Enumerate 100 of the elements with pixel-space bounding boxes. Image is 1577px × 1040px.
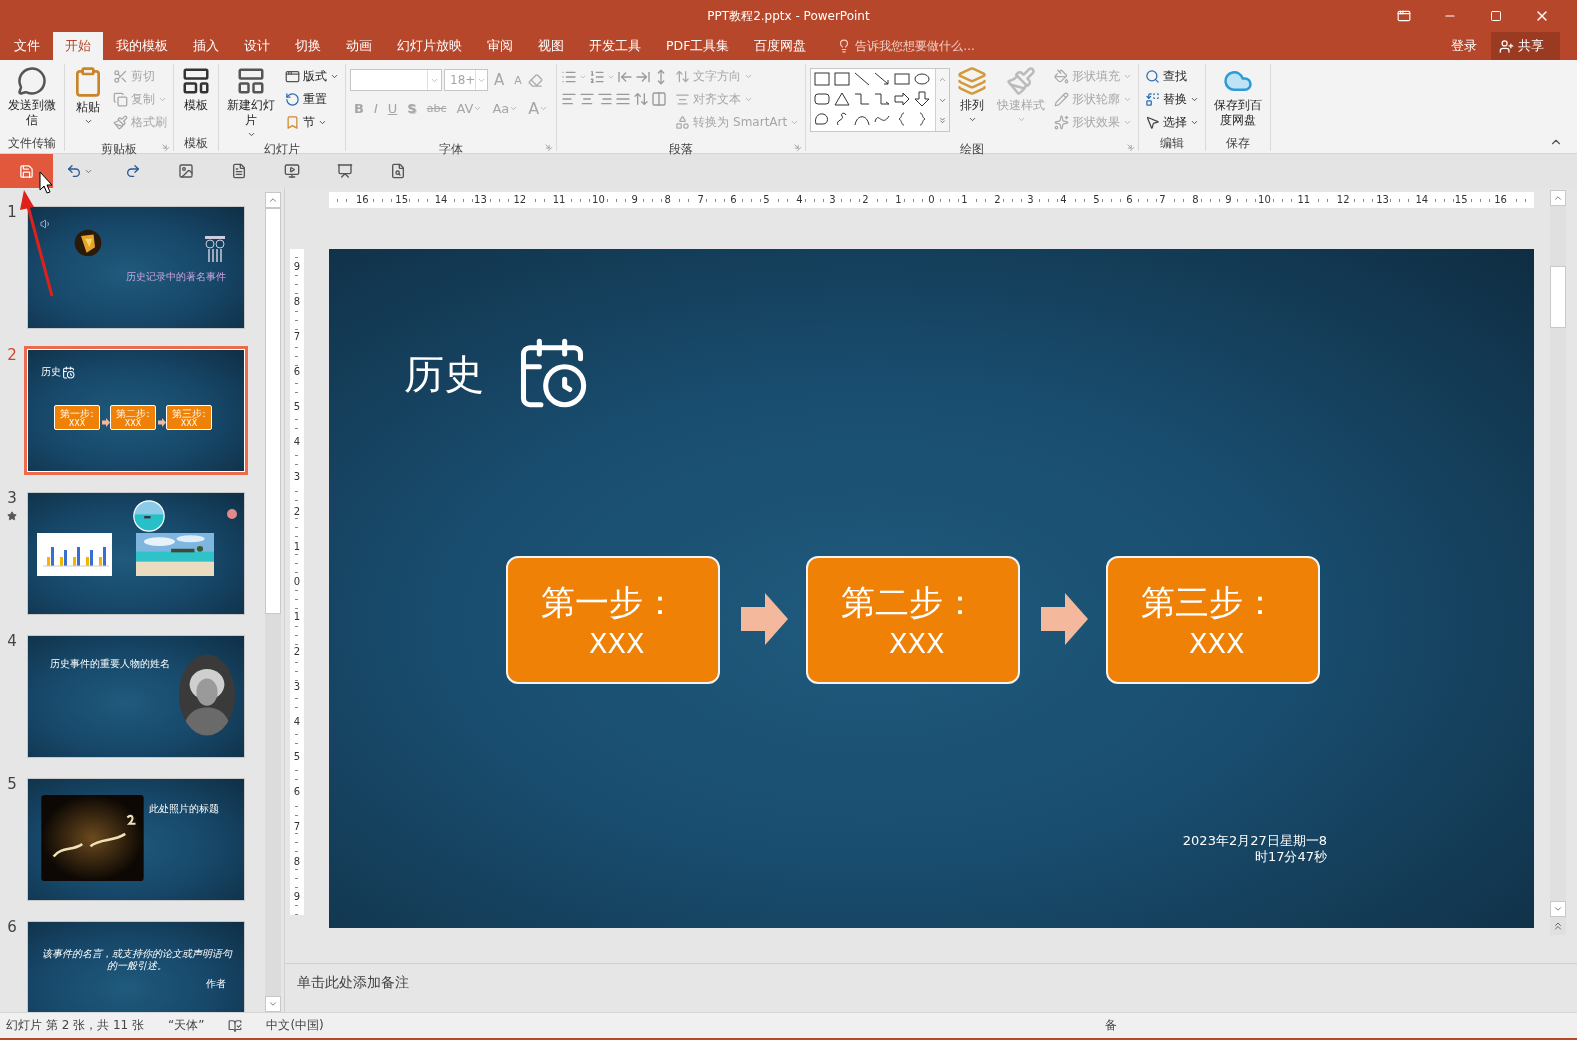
group-label: 幻灯片 xyxy=(264,141,300,157)
step-value: XXX xyxy=(180,418,198,428)
slide-number: 2 xyxy=(7,346,17,364)
slide-title: 历史 xyxy=(404,350,484,399)
slide-thumbnail[interactable]: 该事件的名言，或支持你的论文或声明语句的一般引述。 作者 xyxy=(24,918,248,1012)
caret-icon xyxy=(246,130,256,139)
ribbon-tab[interactable]: 文件 xyxy=(2,32,52,60)
caret-icon[interactable] xyxy=(579,73,588,81)
shape-icon[interactable] xyxy=(833,90,852,108)
scrollbar-thumb[interactable] xyxy=(1550,266,1566,328)
align-right-icon[interactable] xyxy=(597,91,614,107)
increase-indent-icon[interactable] xyxy=(635,69,652,85)
chevron-down-icon xyxy=(268,999,278,1009)
shape-icon[interactable] xyxy=(893,90,912,108)
step-label: 第二步： xyxy=(841,581,978,624)
tell-me-field[interactable]: 告诉我您想要做什么... xyxy=(855,37,975,55)
align-left-icon[interactable] xyxy=(561,91,578,107)
ribbon-button[interactable]: 粘贴 xyxy=(69,64,107,128)
ruler-number: 3 xyxy=(292,471,302,483)
justify-icon[interactable] xyxy=(615,91,632,107)
language-text: 中文(中国) xyxy=(266,1017,324,1034)
ribbon-button[interactable]: 排列 xyxy=(954,64,991,126)
replace-icon xyxy=(1145,91,1161,107)
caret-icon[interactable] xyxy=(607,73,616,81)
align-center-icon[interactable] xyxy=(579,91,596,107)
scroll-up-button[interactable] xyxy=(1550,190,1566,206)
ribbon-tab[interactable]: 设计 xyxy=(232,32,282,60)
ribbon-button[interactable]: 替换 xyxy=(1143,89,1202,109)
bullets-icon[interactable] xyxy=(561,69,578,85)
shape-icon[interactable] xyxy=(853,70,872,88)
ribbon-tab[interactable]: 百度网盘 xyxy=(742,32,819,60)
slide-thumbnail[interactable]: 历史 第一步: XXX 第二步: XXX 第三步: XXX xyxy=(24,346,248,475)
group-label: 剪贴板 xyxy=(101,141,137,157)
ruler-number: 6 xyxy=(292,366,302,378)
spell-check-icon[interactable] xyxy=(228,1018,243,1033)
ribbon-tab[interactable]: 视图 xyxy=(526,32,576,60)
slide-count-text: 幻灯片 第 2 张，共 11 张 xyxy=(6,1017,144,1034)
distribute-icon[interactable] xyxy=(633,91,650,107)
chevron-up-icon xyxy=(1553,193,1563,203)
ribbon-tab[interactable]: PDF工具集 xyxy=(654,32,742,60)
ribbon-button[interactable]: 发送到微信 xyxy=(4,64,60,130)
ruler-number: 9 xyxy=(292,891,302,903)
chevron-down-icon xyxy=(1553,904,1563,914)
notes-field[interactable]: 单击此处添加备注 xyxy=(297,974,409,990)
shape-icon[interactable] xyxy=(813,90,832,108)
ribbon-tab[interactable]: 幻灯片放映 xyxy=(385,32,474,60)
shape-icon[interactable] xyxy=(913,70,932,88)
slide-thumbnail[interactable] xyxy=(24,489,248,618)
scrollbar-thumb[interactable] xyxy=(265,208,281,614)
columns-icon[interactable] xyxy=(651,91,668,107)
ruler-number: 8 xyxy=(292,296,302,308)
sign-in-link[interactable]: 登录 xyxy=(1437,32,1491,60)
ruler-number: 9 xyxy=(292,261,302,273)
scrollbar[interactable] xyxy=(265,192,281,1012)
ribbon-button[interactable]: 版式 xyxy=(283,66,341,86)
slide-thumbnail[interactable]: 历史记录中的著名事件 xyxy=(24,203,248,332)
ribbon-button[interactable]: 选择 xyxy=(1143,112,1202,132)
decrease-indent-icon[interactable] xyxy=(617,69,634,85)
print-preview-icon xyxy=(389,163,406,179)
layout-icon xyxy=(285,68,300,84)
ribbon-button[interactable]: 新建幻灯片 xyxy=(223,64,279,141)
slide-thumbnail[interactable]: 此处照片的标题 xyxy=(24,775,248,904)
scroll-down-button[interactable] xyxy=(265,996,281,1012)
ribbon-tab[interactable]: 审阅 xyxy=(475,32,525,60)
ribbon-button[interactable]: 节 xyxy=(283,112,341,132)
step-label: 第三步: xyxy=(172,407,206,419)
clear-format-icon[interactable] xyxy=(527,72,543,88)
ribbon-tab[interactable]: 动画 xyxy=(334,32,384,60)
group-label: 文件传输 xyxy=(8,135,56,151)
scroll-down-button[interactable] xyxy=(1550,901,1566,917)
notes-button[interactable]: 备 xyxy=(1105,1017,1117,1034)
ribbon-button[interactable]: 重置 xyxy=(283,89,341,109)
ruler-number: 16 xyxy=(1493,194,1508,206)
ruler-number: 4 xyxy=(292,716,302,728)
share-button[interactable]: 共享 xyxy=(1491,32,1560,60)
ribbon-button[interactable]: 模板 xyxy=(178,64,214,115)
ribbon-button[interactable]: 查找 xyxy=(1143,66,1202,86)
numbering-icon[interactable] xyxy=(589,69,606,85)
shapes-gallery[interactable] xyxy=(810,68,951,132)
ribbon-tab[interactable]: 开发工具 xyxy=(577,32,653,60)
text-direction-icon xyxy=(675,68,691,84)
toolbar-button[interactable] xyxy=(0,154,53,188)
chat-bubble-icon xyxy=(17,66,47,96)
ribbon-tab[interactable]: 插入 xyxy=(181,32,231,60)
ribbon-tab[interactable]: 切换 xyxy=(283,32,333,60)
ribbon-tab[interactable]: 开始 xyxy=(53,32,103,60)
scroll-up-button[interactable] xyxy=(265,192,281,208)
ribbon-button[interactable]: 保存到百度网盘 xyxy=(1210,64,1267,130)
scrollbar[interactable] xyxy=(1550,190,1566,935)
arrange-icon xyxy=(957,66,988,96)
circle-shape xyxy=(227,509,237,519)
ruler-number: 8 xyxy=(292,856,302,868)
shape-icon[interactable] xyxy=(913,90,932,108)
presentation-icon xyxy=(336,163,353,179)
ruler-number: 9 xyxy=(1224,194,1233,206)
slide-thumbnail[interactable]: 历史事件的重要人物的姓名 xyxy=(24,632,248,761)
ribbon-tab[interactable]: 我的模板 xyxy=(104,32,180,60)
arrow-icon xyxy=(102,418,110,427)
font-name-field[interactable] xyxy=(350,69,442,91)
slide-title: 此处照片的标题 xyxy=(149,803,219,815)
